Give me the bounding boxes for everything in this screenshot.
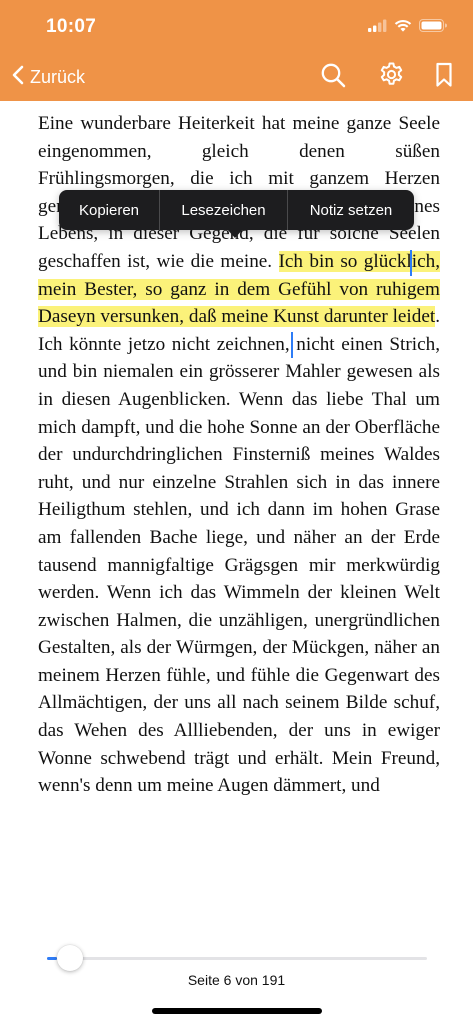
back-button[interactable]: Zurück [12,63,85,91]
chevron-left-icon [12,65,24,90]
header: 10:07 Zurück [0,0,473,101]
gear-icon [378,61,405,93]
text-after-selection: . Ich könnte jet­zo nicht zeichnen, nich… [38,306,440,797]
search-icon [320,62,346,93]
slider-track[interactable] [47,957,427,960]
back-label: Zurück [30,66,86,87]
status-icons [368,18,447,38]
slider-thumb[interactable] [57,945,83,971]
home-indicator [152,1008,322,1014]
cellular-signal-icon [368,19,387,37]
wifi-icon [394,19,412,37]
search-button[interactable] [319,63,347,91]
selection-start-handle[interactable] [410,250,412,276]
copy-menu-item[interactable]: Kopieren [59,190,159,230]
page-indicator: Seite 6 von 191 [187,972,286,988]
bookmark-menu-item[interactable]: Lesezeichen [160,190,287,230]
nav-bar: Zurück [0,54,473,101]
status-bar: 10:07 [0,0,473,54]
settings-button[interactable] [377,61,405,93]
slider-progress [47,957,57,960]
selection-end-handle[interactable] [291,332,293,358]
status-time: 10:07 [46,16,97,37]
selection-context-menu: Kopieren Lesezeichen Notiz setzen [59,190,414,230]
bookmark-button[interactable] [430,62,458,93]
battery-icon [419,19,447,37]
bookmark-icon [435,62,453,93]
add-note-menu-item[interactable]: Notiz setzen [288,190,414,230]
page-slider[interactable] [47,945,427,971]
context-menu-arrow [226,228,244,238]
